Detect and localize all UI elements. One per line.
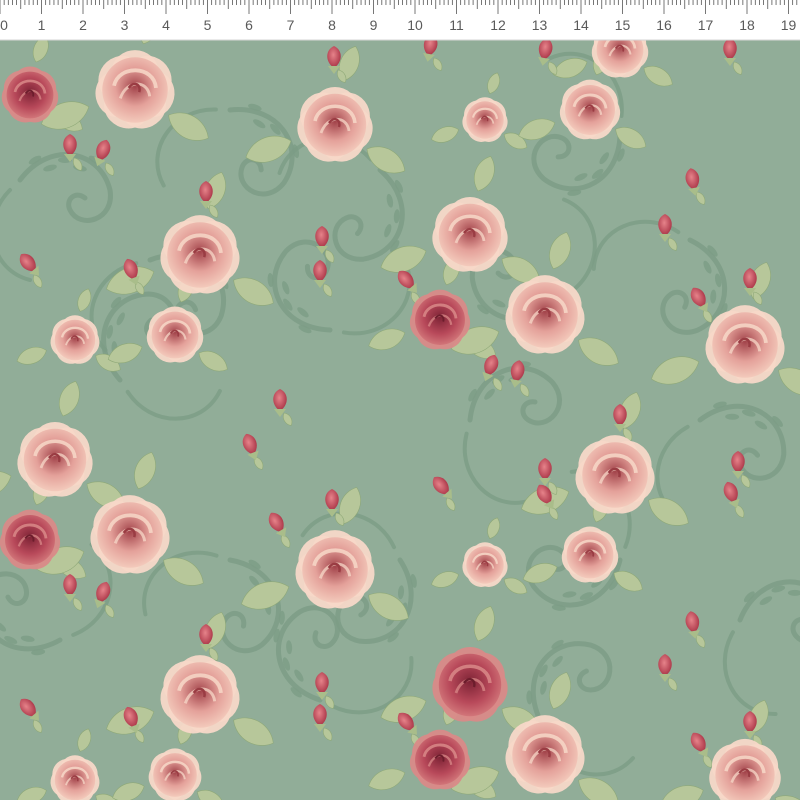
fabric-swatch: 0 1 2 3 4 5 6 7 8 9 10 11 12 13 14 15 16 17 18 19 — [0, 0, 800, 800]
ruler-label: 5 — [204, 17, 212, 33]
ruler-label: 1 — [38, 17, 46, 33]
ruler-label: 18 — [739, 17, 755, 33]
ruler-label: 7 — [287, 17, 295, 33]
ruler-label: 11 — [449, 17, 464, 33]
ruler: 0 1 2 3 4 5 6 7 8 9 10 11 12 13 14 15 16 17 18 19 — [0, 0, 800, 41]
ruler-label: 0 — [0, 17, 8, 33]
ruler-label: 14 — [573, 17, 589, 33]
ruler-label: 13 — [532, 17, 548, 33]
ruler-label: 19 — [781, 17, 797, 33]
ruler-label: 4 — [162, 17, 170, 33]
ruler-label: 17 — [698, 17, 714, 33]
ruler-label: 16 — [656, 17, 672, 33]
ruler-label: 15 — [615, 17, 631, 33]
ruler-label: 9 — [370, 17, 378, 33]
ruler-label: 3 — [121, 17, 129, 33]
ruler-label: 12 — [490, 17, 506, 33]
ruler-label: 2 — [79, 17, 87, 33]
ruler-label: 6 — [245, 17, 253, 33]
ruler-label: 10 — [407, 17, 423, 33]
ruler-label: 8 — [328, 17, 336, 33]
